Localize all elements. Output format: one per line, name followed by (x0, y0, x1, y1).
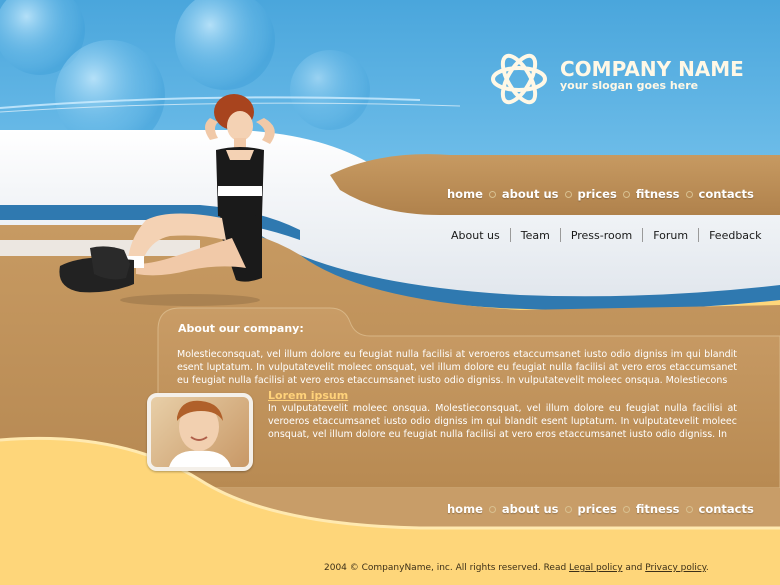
lorem-paragraph: In vulputatevelit moleec onsqua. Molesti… (268, 403, 737, 440)
sub-nav-forum[interactable]: Forum (643, 229, 698, 242)
nav-dot-icon (564, 505, 572, 513)
footer-end: . (705, 563, 709, 573)
legal-policy-link[interactable]: Legal policy (569, 563, 622, 573)
sub-navigation: About us Team Press-room Forum Feedback (441, 228, 771, 242)
atom-logo-icon (491, 53, 547, 105)
sub-nav-about-us[interactable]: About us (441, 229, 510, 242)
bottom-nav-fitness[interactable]: fitness (636, 502, 680, 516)
top-nav-fitness[interactable]: fitness (636, 187, 680, 201)
top-nav-about-us[interactable]: about us (502, 187, 559, 201)
bottom-nav-about-us[interactable]: about us (502, 502, 559, 516)
smiling-woman-photo (147, 393, 253, 471)
sub-nav-team[interactable]: Team (511, 229, 560, 242)
nav-dot-icon (685, 505, 693, 513)
bottom-nav-prices[interactable]: prices (578, 502, 617, 516)
nav-dot-icon (622, 190, 630, 198)
sub-nav-press-room[interactable]: Press-room (561, 229, 642, 242)
footer-copyright: 2004 © CompanyName, inc. All rights rese… (324, 563, 570, 573)
brand: COMPANY NAME your slogan goes here (560, 58, 744, 92)
woman-portrait-image (169, 400, 231, 467)
company-name: COMPANY NAME (560, 57, 744, 81)
lorem-ipsum-link[interactable]: Lorem ipsum (268, 389, 348, 402)
nav-dot-icon (564, 190, 572, 198)
top-nav-home[interactable]: home (447, 187, 483, 201)
about-heading: About our company: (178, 322, 304, 335)
nav-dot-icon (488, 505, 496, 513)
privacy-policy-link[interactable]: Privacy policy (645, 563, 706, 573)
nav-dot-icon (488, 190, 496, 198)
sub-nav-feedback[interactable]: Feedback (699, 229, 771, 242)
about-paragraph: Molestieconsquat, vel illum dolore eu fe… (177, 349, 737, 386)
top-navigation: home about us prices fitness contacts (447, 187, 754, 201)
bottom-nav-home[interactable]: home (447, 502, 483, 516)
nav-dot-icon (622, 505, 630, 513)
nav-dot-icon (685, 190, 693, 198)
fitness-woman-image (59, 94, 275, 306)
bottom-nav-contacts[interactable]: contacts (699, 502, 754, 516)
top-nav-prices[interactable]: prices (578, 187, 617, 201)
top-nav-contacts[interactable]: contacts (699, 187, 754, 201)
bottom-navigation: home about us prices fitness contacts (447, 502, 754, 516)
footer: 2004 © CompanyName, inc. All rights rese… (324, 563, 709, 573)
footer-and: and (622, 563, 646, 573)
page: COMPANY NAME your slogan goes here home (0, 0, 780, 585)
